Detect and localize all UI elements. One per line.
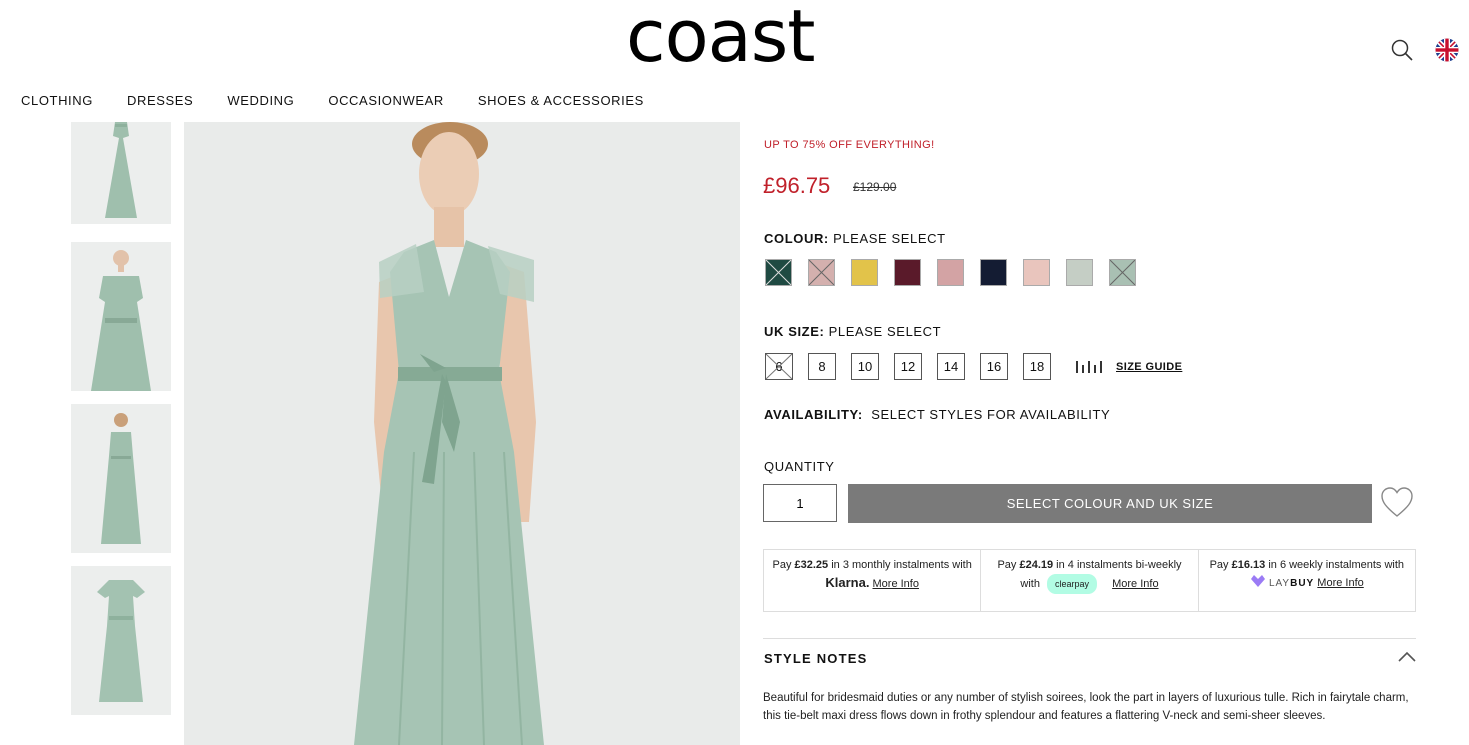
style-notes-text: Beautiful for bridesmaid duties or any n… [763,692,1409,722]
nav-dresses[interactable]: DRESSES [127,93,193,108]
size-label-text: 16 [986,359,1002,374]
nav-occasionwear[interactable]: OCCASIONWEAR [328,93,444,108]
wishlist-heart-icon[interactable] [1380,486,1414,523]
size-guide-label: SIZE GUIDE [1116,360,1183,373]
colour-label-value: PLEASE SELECT [833,231,946,246]
nav-clothing[interactable]: CLOTHING [21,93,93,108]
clearpay-more-info-link[interactable]: More Info [1112,578,1158,590]
colour-swatch-5[interactable] [937,259,964,286]
klarna-amount: £32.25 [794,559,829,571]
klarna-logo: Klarna. [825,575,870,590]
size-label-key: UK SIZE: [764,324,825,339]
thumbnail-4[interactable] [71,566,171,715]
nav-shoes-accessories[interactable]: SHOES & ACCESSORIES [478,93,644,108]
section-divider [763,638,1416,639]
laybuy-heart-icon [1250,575,1265,587]
colour-label-key: COLOUR: [764,231,829,246]
laybuy-logo-light: LAY [1268,578,1291,589]
size-option-12[interactable]: 12 [894,353,922,380]
size-guide-link[interactable]: SIZE GUIDE [1076,360,1182,374]
clearpay-option: Pay £24.19 in 4 instalments bi-weekly wi… [981,550,1199,611]
colour-swatch-1[interactable] [765,259,792,286]
laybuy-option: Pay £16.13 in 6 weekly instalments with … [1199,550,1415,611]
klarna-option: Pay £32.25 in 3 monthly instalments with… [764,550,982,611]
sale-price: £96.75 [763,173,831,198]
ruler-icon [1076,360,1102,373]
colour-label: COLOUR: PLEASE SELECT [764,231,946,246]
colour-swatch-9[interactable] [1109,259,1136,286]
thumbnail-3[interactable] [71,404,171,553]
size-label-text: 8 [818,359,826,374]
quantity-label: QUANTITY [764,459,835,474]
clearpay-logo: clearpay [1047,574,1098,594]
laybuy-more-info-link[interactable]: More Info [1317,577,1363,589]
laybuy-post: in 6 weekly instalments with [1265,559,1405,571]
availability: AVAILABILITY: SELECT STYLES FOR AVAILABI… [764,407,1110,422]
availability-value: SELECT STYLES FOR AVAILABILITY [871,407,1111,422]
size-option-10[interactable]: 10 [851,353,879,380]
clearpay-amount: £24.19 [1019,559,1054,571]
size-option-6[interactable]: 6 [765,353,793,380]
size-list: 6 8 10 12 14 16 18 [765,353,1066,380]
colour-swatch-6[interactable] [980,259,1007,286]
thumbnail-2[interactable] [71,242,171,391]
payment-options: Pay £32.25 in 3 monthly instalments with… [763,549,1416,612]
laybuy-logo: LAYBUY [1269,578,1314,589]
style-notes-heading[interactable]: STYLE NOTES [764,651,868,666]
colour-swatches [765,259,1152,286]
klarna-post: in 3 monthly instalments with [828,559,972,571]
laybuy-amount: £16.13 [1231,559,1266,571]
colour-swatch-3[interactable] [851,259,878,286]
size-option-16[interactable]: 16 [980,353,1008,380]
add-to-bag-button[interactable]: SELECT COLOUR AND UK SIZE [848,484,1372,523]
chevron-up-icon[interactable] [1398,650,1416,668]
clearpay-pre: Pay [997,559,1020,571]
main-product-image[interactable] [184,122,740,745]
size-label-value: PLEASE SELECT [828,324,942,339]
search-icon[interactable] [1390,38,1414,67]
colour-swatch-2[interactable] [808,259,835,286]
klarna-pre: Pay [772,559,795,571]
size-option-14[interactable]: 14 [937,353,965,380]
colour-swatch-7[interactable] [1023,259,1050,286]
klarna-more-info-link[interactable]: More Info [873,578,919,590]
size-option-8[interactable]: 8 [808,353,836,380]
main-nav: CLOTHING DRESSES WEDDING OCCASIONWEAR SH… [21,93,678,108]
laybuy-pre: Pay [1209,559,1232,571]
nav-wedding[interactable]: WEDDING [227,93,294,108]
size-label-text: 14 [943,359,959,374]
uk-flag-icon[interactable] [1435,38,1459,67]
colour-swatch-4[interactable] [894,259,921,286]
original-price: £129.00 [853,180,897,194]
promo-text: UP TO 75% OFF EVERYTHING! [764,139,935,151]
availability-label: AVAILABILITY: [764,407,863,422]
laybuy-logo-bold: BUY [1290,578,1315,589]
thumbnail-1[interactable] [71,122,171,224]
size-label-text: 12 [900,359,916,374]
size-label-text: 18 [1029,359,1045,374]
size-label: UK SIZE: PLEASE SELECT [764,324,941,339]
brand-logo[interactable]: coast [626,0,815,78]
quantity-input[interactable] [763,484,837,522]
size-option-18[interactable]: 18 [1023,353,1051,380]
colour-swatch-8[interactable] [1066,259,1093,286]
size-options: 6 8 10 12 14 16 18 SIZE GUIDE [765,353,1182,380]
size-label-text: 10 [857,359,873,374]
